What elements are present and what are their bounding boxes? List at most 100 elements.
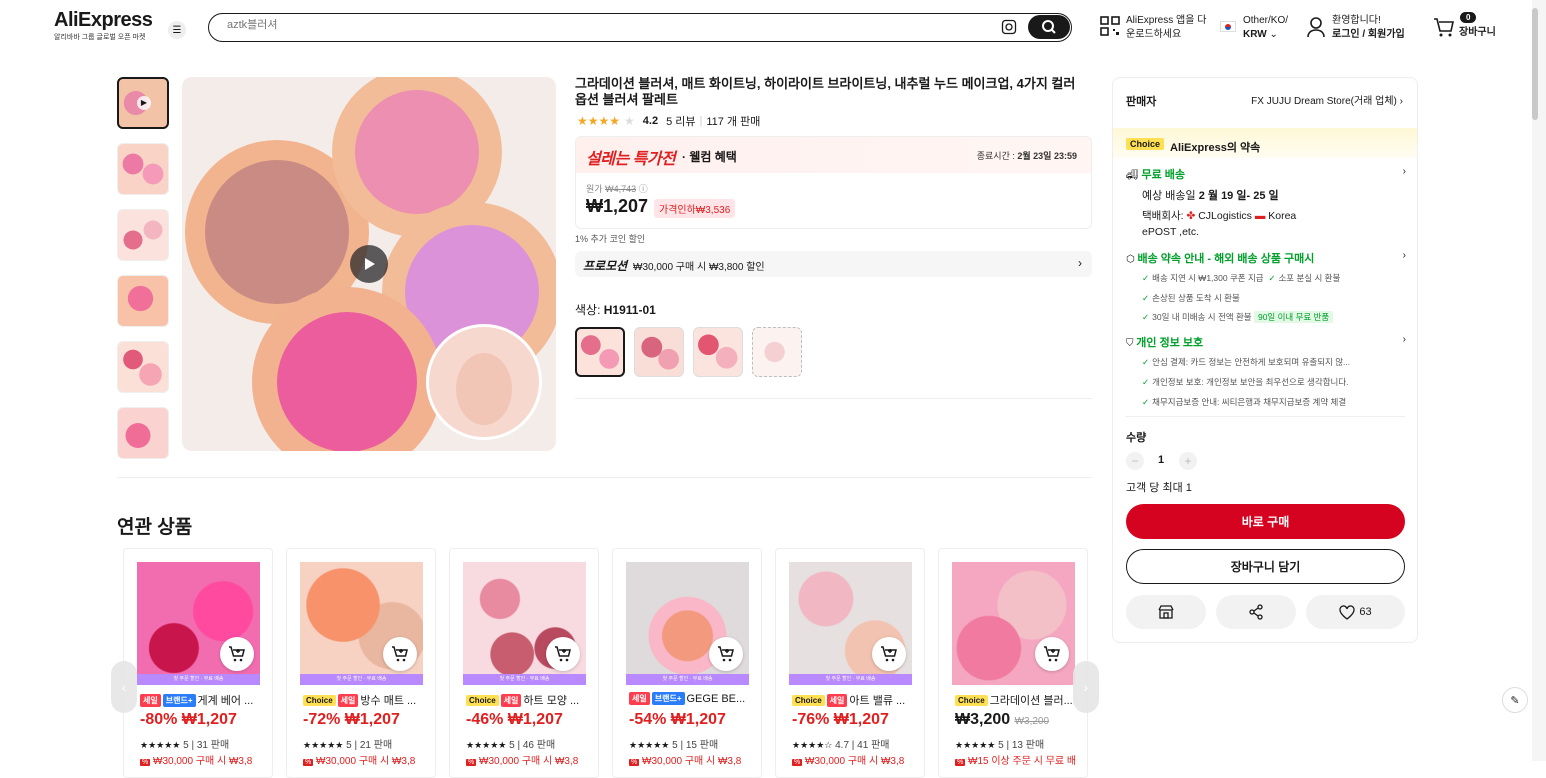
related-product-image[interactable]: 첫 주문 할인 · 무료 배송 (626, 562, 749, 685)
related-product-card[interactable]: 첫 주문 할인 · 무료 배송 세일 브랜드+ GEGE BE... -54% ₩1,2… (612, 548, 762, 778)
image-search-icon[interactable] (1001, 19, 1017, 35)
swatch-option-unavailable[interactable] (752, 327, 802, 377)
carousel-prev-button[interactable]: ‹ (111, 661, 137, 713)
free-shipping: 무료 배송 (1141, 169, 1186, 181)
play-video-button[interactable] (350, 245, 388, 283)
related-product-name[interactable]: Choice 그라데이션 블러... (955, 692, 1080, 708)
thumbnail-image[interactable] (117, 341, 169, 393)
carousel-next-button[interactable]: › (1073, 661, 1099, 713)
related-product-price: -80% ₩1,207 (140, 711, 237, 728)
wishlist-button[interactable]: 63 (1306, 595, 1405, 629)
scrollbar-thumb[interactable] (1532, 8, 1538, 120)
scrollbar[interactable] (1532, 0, 1546, 761)
product-badge: 세일 (500, 693, 522, 707)
add-to-cart-icon[interactable] (383, 637, 417, 671)
add-to-cart-icon[interactable] (709, 637, 743, 671)
quantity-increase-button[interactable]: + (1179, 452, 1197, 470)
promo-ribbon: 첫 주문 할인 · 무료 배송 (626, 674, 749, 685)
related-product-image[interactable] (952, 562, 1075, 685)
guarantee-section[interactable]: ⬡ 배송 약속 안내 - 해외 배송 상품 구매시 › ✓ 배송 지연 시 ₩1,3… (1126, 250, 1406, 323)
info-icon[interactable]: ⓘ (639, 184, 648, 194)
product-badge: 세일 (629, 692, 650, 705)
add-to-cart-icon[interactable] (220, 637, 254, 671)
promo-text: ₩30,000 구매 시 ₩3,800 할인 (633, 262, 765, 273)
related-product-coupon: % ₩30,000 구매 시 ₩3,8 (792, 756, 905, 767)
related-product-rating: ★★★★★ 5 | 21 판매 (303, 740, 393, 751)
welcome-text: 환영합니다! (1332, 15, 1381, 26)
product-badge: Choice (955, 694, 988, 706)
related-product-card[interactable]: 첫 주문 할인 · 무료 배송 Choice 세일 아트 밸류 ... -76% ₩1,… (775, 548, 925, 778)
quantity-decrease-button[interactable]: − (1126, 452, 1144, 470)
related-product-card[interactable]: 첫 주문 할인 · 무료 배송 Choice 세일 하트 모양 ... -46% ₩1,… (449, 548, 599, 778)
related-product-image[interactable]: 첫 주문 할인 · 무료 배송 (300, 562, 423, 685)
add-to-cart-button[interactable]: 장바구니 담기 (1126, 549, 1405, 584)
swatch-option[interactable] (693, 327, 743, 377)
related-product-image[interactable]: 첫 주문 할인 · 무료 배송 (463, 562, 586, 685)
thumbnail-image[interactable] (117, 275, 169, 327)
thumbnail-image[interactable] (117, 407, 169, 459)
seller-label: 판매자 (1126, 96, 1157, 108)
privacy-section[interactable]: ⛉ 개인 정보 보호 › ✓ 안심 결제: 카드 정보는 안전하게 보호되며 유출되… (1126, 334, 1406, 408)
add-to-cart-icon[interactable] (872, 637, 906, 671)
product-badge: Choice (303, 694, 336, 706)
search-input[interactable] (227, 19, 927, 31)
star-icon: ★★★★☆ (792, 740, 833, 750)
sale-banner: 설레는 특가전 · 웰컴 혜택 종료시간 : 2월 23일 23:59 (576, 137, 1091, 173)
sold-count: 117 개 판매 (706, 116, 761, 128)
related-product-name[interactable]: Choice 세일 방수 매트 ... (303, 692, 428, 708)
menu-icon[interactable]: ☰ (168, 21, 186, 39)
swatch-option[interactable] (634, 327, 684, 377)
share-button[interactable] (1216, 595, 1296, 629)
guarantee-title: 배송 약속 안내 - 해외 배송 상품 구매시 (1137, 253, 1315, 265)
swatch-option[interactable] (575, 327, 625, 377)
quantity-value[interactable]: 1 (1158, 454, 1164, 466)
choice-promise: Choice AliExpress의 약속 (1113, 128, 1417, 158)
product-name-text: 아트 밸류 ... (849, 695, 906, 707)
aliexpress-logo[interactable]: AliExpress 알리바바 그룹 글로벌 오픈 마켓 (54, 9, 153, 42)
related-product-price: -76% ₩1,207 (792, 711, 889, 728)
thumbnail-image[interactable] (117, 143, 169, 195)
play-icon: ▶ (137, 96, 151, 110)
add-to-cart-icon[interactable] (1035, 637, 1069, 671)
review-count[interactable]: 5 리뷰 (666, 113, 695, 129)
related-product-price: ₩3,200 ₩3,200 (955, 711, 1050, 728)
related-product-name[interactable]: 세일 브랜드+ 게계 베어 ... (140, 692, 265, 708)
related-product-image[interactable]: 첫 주문 할인 · 무료 배송 (137, 562, 260, 685)
add-to-cart-icon[interactable] (546, 637, 580, 671)
promotion-row[interactable]: 프로모션 ₩30,000 구매 시 ₩3,800 할인 › (575, 251, 1092, 277)
search-button[interactable] (1028, 15, 1070, 39)
welcome-benefit: · 웰컴 혜택 (682, 150, 737, 164)
thumbnail-video[interactable]: ▶ (117, 77, 169, 129)
shield-check-icon: ⛉ (1126, 338, 1134, 349)
delivery-date: 2 월 19 일- 25 일 (1198, 190, 1279, 202)
divider (1126, 416, 1405, 417)
related-product-card[interactable]: 첫 주문 할인 · 무료 배송 Choice 세일 방수 매트 ... -72% ₩1,… (286, 548, 436, 778)
related-product-card[interactable]: Choice 그라데이션 블러... ₩3,200 ₩3,200 ★★★★★ 5 | … (938, 548, 1088, 778)
related-product-card[interactable]: 첫 주문 할인 · 무료 배송세일 브랜드+ 게계 베어 ... -80% ₩1,20… (123, 548, 273, 778)
promo-ribbon: 첫 주문 할인 · 무료 배송 (789, 674, 912, 685)
product-title: 그라데이션 블러셔, 매트 화이트닝, 하이라이트 브라이트닝, 내추럴 누드 … (575, 76, 1076, 107)
login-link[interactable]: 로그인 / 회원가입 (1332, 29, 1405, 40)
privacy-title: 개인 정보 보호 (1136, 337, 1204, 349)
coupon-icon: % (140, 759, 151, 766)
divider (117, 477, 1092, 478)
quantity-label: 수량 (1126, 432, 1147, 444)
related-product-name[interactable]: Choice 세일 하트 모양 ... (466, 692, 591, 708)
shipping-section[interactable]: 🚚︎ 무료 배송 › 예상 배송일 2 월 19 일- 25 일 택배회사: ✤ … (1126, 166, 1406, 240)
play-icon (365, 258, 375, 270)
buy-now-button[interactable]: 바로 구매 (1126, 504, 1405, 539)
related-product-name[interactable]: Choice 세일 아트 밸류 ... (792, 692, 917, 708)
search-bar[interactable] (208, 13, 1072, 42)
product-badge: 브랜드+ (651, 692, 685, 705)
thumbnail-image[interactable] (117, 209, 169, 261)
edit-icon[interactable]: ✎ (1502, 687, 1528, 713)
main-product-image[interactable] (182, 77, 556, 451)
store-button[interactable] (1126, 595, 1206, 629)
related-product-name[interactable]: 세일 브랜드+ GEGE BE... (629, 692, 754, 705)
related-product-image[interactable]: 첫 주문 할인 · 무료 배송 (789, 562, 912, 685)
rating-row: ★★★★ ★ 4.2 5 리뷰 | 117 개 판매 (577, 113, 760, 129)
end-time: 종료시간 : 2월 23일 23:59 (976, 151, 1077, 161)
share-icon (1249, 604, 1263, 620)
currency: KRW (1243, 29, 1267, 40)
seller-link[interactable]: FX JUJU Dream Store(거래 업체) › (1251, 92, 1403, 107)
